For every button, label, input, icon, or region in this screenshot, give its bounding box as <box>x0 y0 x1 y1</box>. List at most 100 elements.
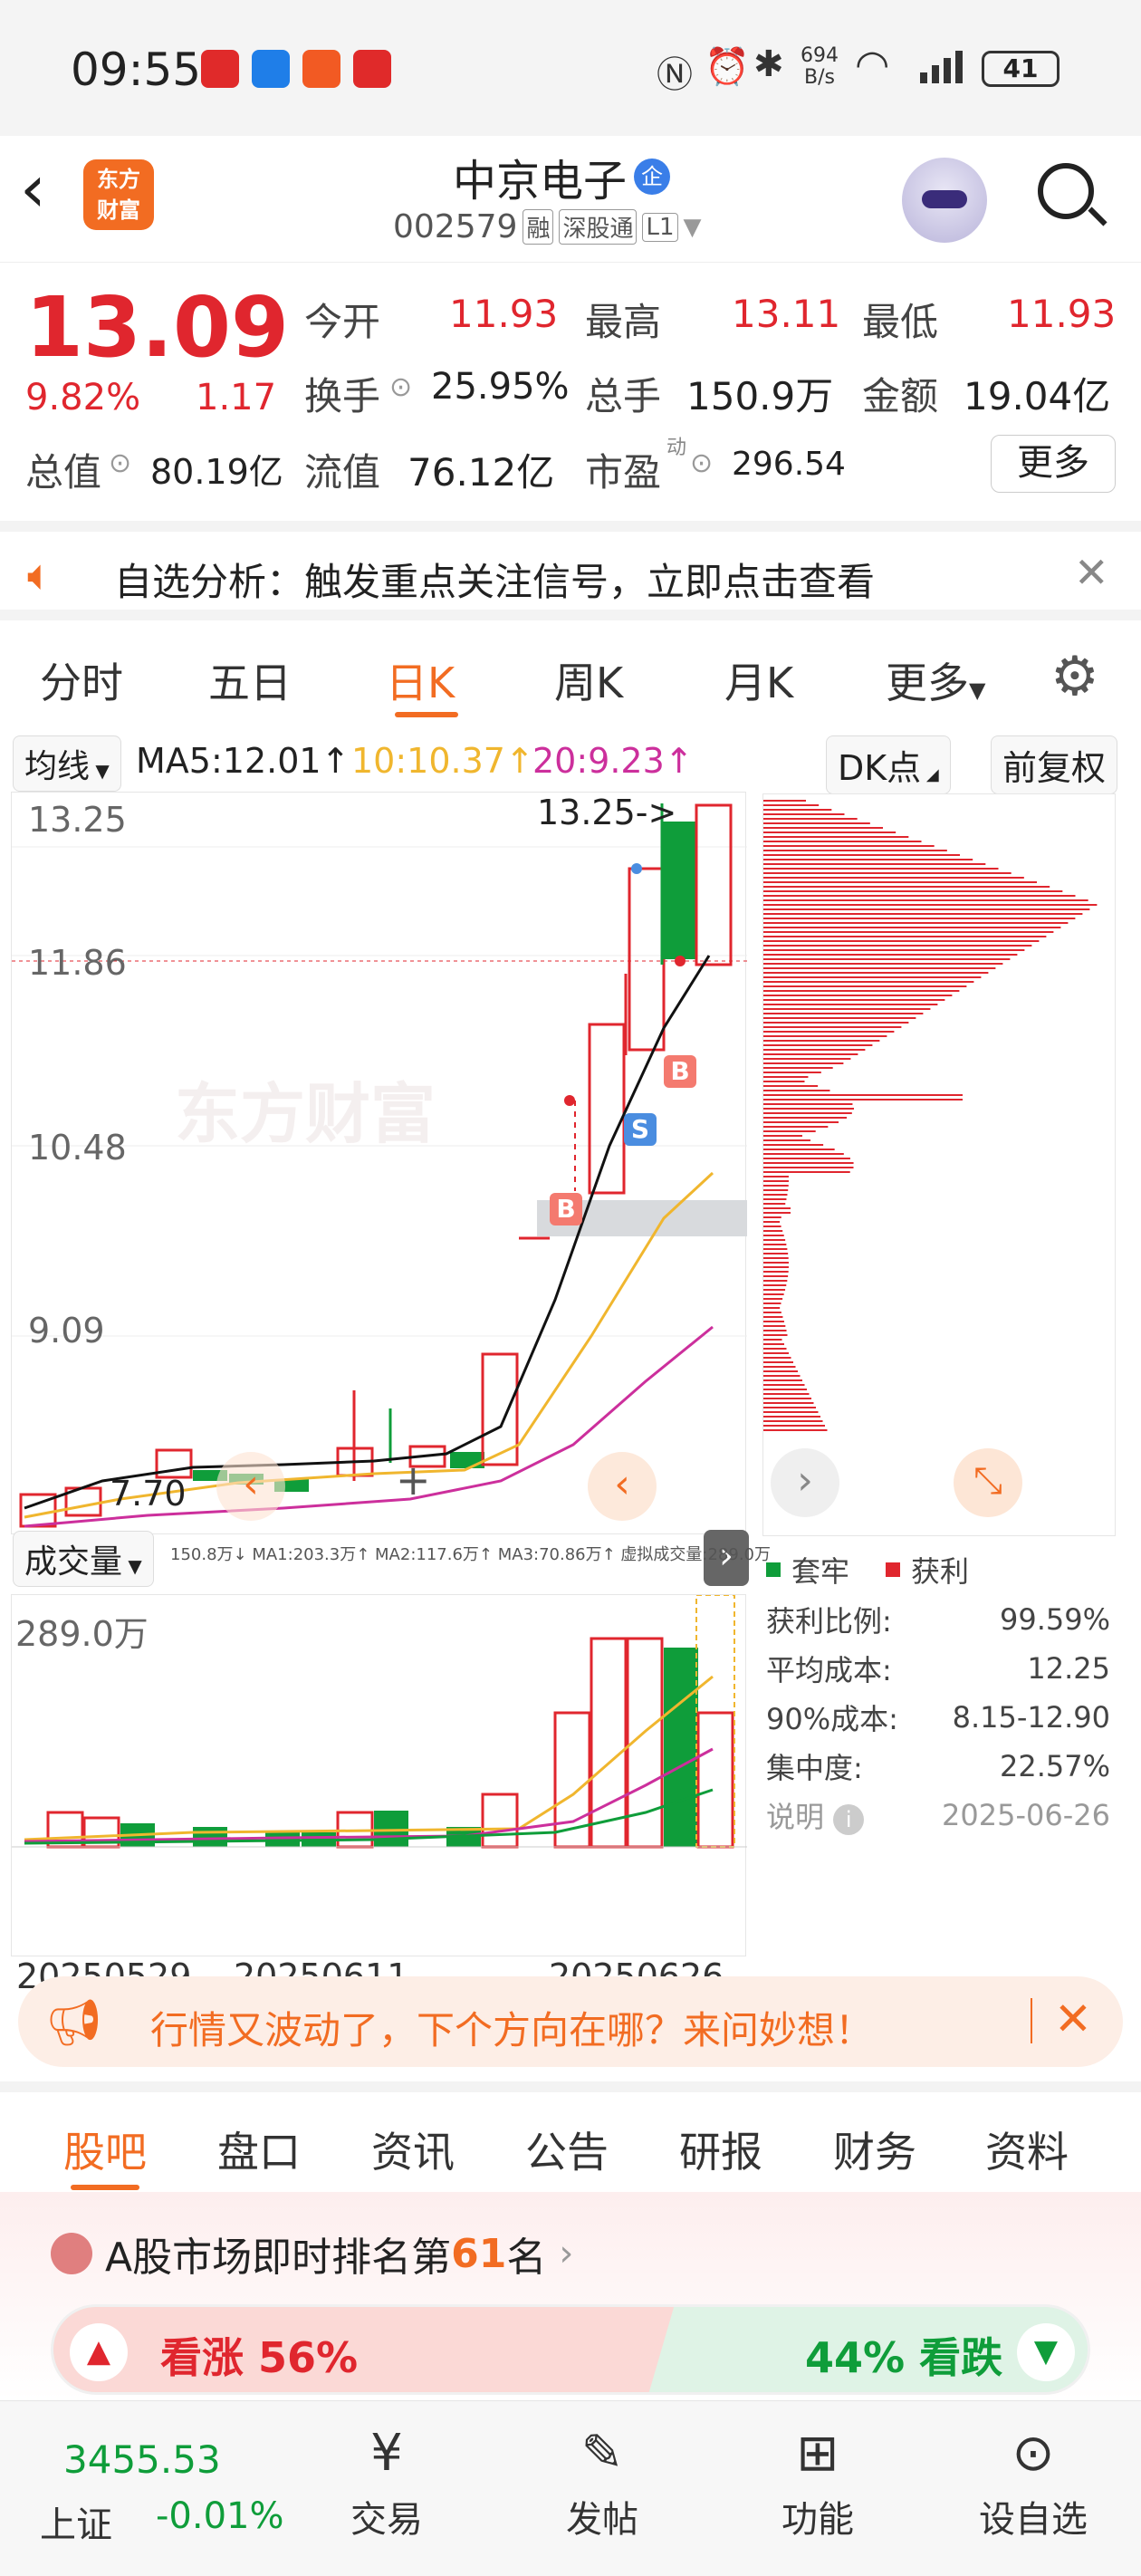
bearish-button[interactable]: ▼ <box>1017 2323 1075 2381</box>
chip-bar <box>763 976 982 978</box>
chip-bar <box>763 1090 830 1091</box>
chip-bar <box>763 1257 789 1259</box>
scroll-left-icon[interactable]: ‹ <box>588 1452 657 1521</box>
app-logo[interactable]: 东方 财富 <box>83 159 154 230</box>
chip-bar <box>763 1312 781 1313</box>
tab-profile[interactable]: 资料 <box>985 2119 1069 2179</box>
tab-intraday[interactable]: 分时 <box>40 650 123 710</box>
chip-bar <box>763 1425 825 1427</box>
note-link[interactable]: 说明 i <box>766 1794 865 1836</box>
chip-distribution[interactable]: ⤡ › <box>762 793 1116 1536</box>
status-bar: 09:55 Ⓝ ⏰ ✱ 694 B/s ◠ 41 <box>0 0 1141 136</box>
tab-five-day[interactable]: 五日 <box>208 650 292 710</box>
post-button[interactable]: ✎ 发帖 <box>534 2417 670 2542</box>
tab-announcements[interactable]: 公告 <box>525 2119 609 2179</box>
signal-alert-bar[interactable]: 🔈︎ 自选分析：触发重点关注信号，立即点击查看 ✕ <box>0 521 1141 620</box>
tab-forum[interactable]: 股吧 <box>63 2119 147 2179</box>
sell-marker[interactable]: S <box>624 1113 657 1146</box>
tab-monthly-k[interactable]: 月K <box>724 650 793 710</box>
kline-chart[interactable]: 东方财富 13.25 11.86 10.48 9.09 7.70 13.25->… <box>11 792 749 1586</box>
rank-title[interactable]: A股市场即时排名第 61 名 › <box>51 2225 573 2283</box>
settings-gear-icon[interactable]: ⚙ <box>1050 645 1099 708</box>
volume-select[interactable]: 成交量 ▼ <box>13 1531 154 1587</box>
chip-bar <box>763 922 1069 924</box>
bullish-button[interactable]: ▲ <box>70 2323 128 2381</box>
chip-bar <box>763 1126 829 1128</box>
tab-news[interactable]: 资讯 <box>371 2119 455 2179</box>
close-icon[interactable]: ✕ <box>1054 1993 1092 2045</box>
tab-weekly-k[interactable]: 周K <box>554 650 623 710</box>
sentiment-bar: ▲ 看涨 56% 44% 看跌 ▼ <box>51 2304 1090 2395</box>
battery-icon: 41 <box>982 51 1060 87</box>
chevron-down-icon[interactable]: ▼ <box>684 214 702 241</box>
net-speed: 694 B/s <box>801 45 839 89</box>
chip-bar <box>763 999 945 1001</box>
active-tab-indicator <box>395 712 458 717</box>
chip-bar <box>763 1298 783 1300</box>
dk-point-button[interactable]: DK点 ◢ <box>826 735 951 794</box>
chip-bar <box>763 1108 854 1110</box>
scroll-left-icon[interactable]: ‹ <box>216 1452 285 1521</box>
stat-label: 获利比例: <box>766 1604 892 1639</box>
stat-value: 8.15-12.90 <box>952 1700 1110 1735</box>
chip-bar <box>763 1339 782 1341</box>
back-button[interactable]: ‹ <box>20 156 46 221</box>
svg-text:东方财富: 东方财富 <box>175 1079 436 1151</box>
tab-research[interactable]: 研报 <box>679 2119 762 2179</box>
rank-number: 61 <box>451 2230 507 2277</box>
battery-level: 41 <box>1002 53 1039 83</box>
vol-ma1-line <box>24 1675 714 1841</box>
tab-orderbook[interactable]: 盘口 <box>217 2119 301 2179</box>
info-icon[interactable]: ⊙ <box>690 447 713 479</box>
trade-button[interactable]: ¥ 交易 <box>319 2417 455 2542</box>
info-icon[interactable]: ⊙ <box>109 447 131 479</box>
volume-chart[interactable]: 289.0万 <box>11 1594 747 1956</box>
chip-stats: 套牢 获利 获利比例: 99.59% 平均成本: 12.25 90%成本: 8.15-… <box>766 1544 1110 1840</box>
chip-bar <box>763 1389 807 1390</box>
chip-bar <box>763 1076 809 1078</box>
chip-bar <box>763 845 935 847</box>
chip-bar <box>763 890 1063 892</box>
chip-bar <box>763 859 973 860</box>
volume-legend: 150.8万↓ MA1:203.3万↑ MA2:117.6万↑ MA3:70.8… <box>170 1545 772 1564</box>
chip-bar <box>763 1411 819 1413</box>
buy-marker[interactable]: B <box>550 1193 582 1226</box>
mktcap-value: 80.19亿 <box>150 452 283 492</box>
scroll-right-icon[interactable]: › <box>771 1448 839 1517</box>
chip-bar <box>763 804 820 806</box>
chip-bar <box>763 1289 786 1291</box>
alert-text: 自选分析：触发重点关注信号，立即点击查看 <box>114 560 876 604</box>
ma-select[interactable]: 均线 ▼ <box>13 735 121 792</box>
signal-icon <box>920 51 963 83</box>
bottom-toolbar: 3455.53 上证 -0.01% ¥ 交易 ✎ 发帖 ⊞ 功能 ⊙ 设自选 <box>0 2400 1141 2576</box>
profit-label: 获利 <box>911 1554 970 1589</box>
chip-bar <box>763 1207 791 1209</box>
functions-button[interactable]: ⊞ 功能 <box>750 2417 886 2542</box>
tab-daily-k[interactable]: 日K <box>386 650 455 710</box>
chip-bar <box>763 1216 781 1218</box>
search-icon[interactable] <box>1038 163 1107 226</box>
chip-bar <box>763 1058 851 1060</box>
more-button[interactable]: 更多 <box>991 435 1116 493</box>
stock-code: 002579 <box>393 208 518 245</box>
y-label-13-25: 13.25 <box>28 800 127 840</box>
crosshair-icon[interactable]: + <box>396 1456 431 1504</box>
fullscreen-icon[interactable]: ⤡ <box>954 1448 1022 1517</box>
chip-bar <box>763 1266 789 1268</box>
grid-icon: ⊞ <box>796 2424 839 2483</box>
close-icon[interactable]: ✕ <box>1074 548 1109 597</box>
robot-assistant-icon[interactable] <box>902 158 987 243</box>
add-watchlist-button[interactable]: ⊙ 设自选 <box>965 2417 1101 2542</box>
info-icon[interactable]: ⊙ <box>389 371 412 403</box>
tab-finance[interactable]: 财务 <box>833 2119 916 2179</box>
adjust-button[interactable]: 前复权 <box>991 735 1118 794</box>
buy-marker[interactable]: B <box>664 1055 696 1088</box>
ai-assistant-banner[interactable]: 📢︎ 行情又波动了，下个方向在哪？来问妙想！ ✕ <box>18 1976 1123 2067</box>
notification-icons <box>201 50 391 88</box>
chip-bar <box>763 940 1040 942</box>
chip-bar <box>763 1189 789 1191</box>
chip-bar <box>763 995 953 996</box>
chip-bar <box>763 1366 796 1368</box>
chip-bar <box>763 1384 805 1386</box>
tab-more[interactable]: 更多▼ <box>886 650 985 710</box>
